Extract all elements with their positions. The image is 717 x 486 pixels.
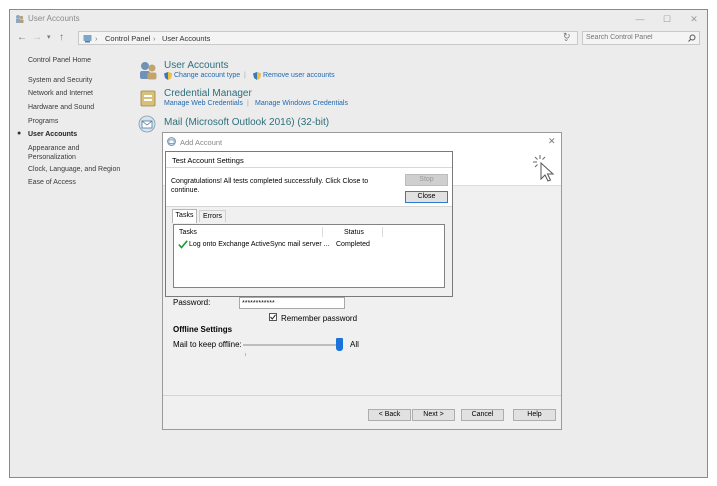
manage-windows-credentials-link[interactable]: Manage Windows Credentials: [255, 100, 348, 107]
offline-slider-thumb[interactable]: [336, 338, 343, 351]
add-account-title-bar: Add Account ✕: [163, 133, 561, 151]
minimize-button[interactable]: —: [630, 12, 650, 26]
mail-icon: [167, 137, 176, 146]
link-separator: |: [247, 100, 249, 107]
link-separator: |: [244, 72, 246, 79]
sidebar-personalization[interactable]: Personalization: [28, 154, 76, 161]
next-button[interactable]: Next >: [412, 409, 455, 421]
back-button[interactable]: < Back: [368, 409, 411, 421]
close-button[interactable]: ✕: [684, 12, 704, 26]
sidebar-user-accounts[interactable]: User Accounts: [28, 131, 77, 138]
test-dialog-message-area: Congratulations! All tests completed suc…: [166, 168, 452, 207]
back-arrow-icon[interactable]: ←: [17, 32, 27, 43]
change-account-type-link[interactable]: Change account type: [174, 72, 240, 79]
column-header-status[interactable]: Status: [344, 229, 364, 236]
mail-heading[interactable]: Mail (Microsoft Outlook 2016) (32-bit): [164, 117, 329, 128]
offline-settings-heading: Offline Settings: [173, 325, 233, 334]
shield-icon: [164, 72, 172, 80]
up-arrow-icon[interactable]: ↑: [59, 32, 64, 43]
remove-user-accounts-link[interactable]: Remove user accounts: [263, 72, 335, 79]
password-label: Password:: [173, 298, 211, 307]
sidebar-programs[interactable]: Programs: [28, 118, 58, 125]
tab-tasks[interactable]: Tasks: [172, 209, 197, 223]
manage-web-credentials-link[interactable]: Manage Web Credentials: [164, 100, 243, 107]
tab-errors[interactable]: Errors: [199, 210, 226, 222]
refresh-icon[interactable]: ↻: [563, 31, 571, 42]
column-divider: [382, 227, 383, 237]
offline-slider-track[interactable]: [243, 344, 343, 346]
user-accounts-heading[interactable]: User Accounts: [164, 60, 228, 71]
breadcrumb-control-panel[interactable]: Control Panel: [105, 34, 150, 43]
help-button[interactable]: Help: [513, 409, 556, 421]
remember-password-label[interactable]: Remember password: [281, 314, 357, 323]
breadcrumb-separator-icon: ›: [153, 34, 156, 43]
close-button[interactable]: Close: [405, 191, 448, 203]
task-name: Log onto Exchange ActiveSync mail server…: [189, 241, 330, 248]
success-check-icon: [178, 240, 188, 249]
window-title: User Accounts: [28, 14, 80, 23]
tasks-list: Tasks Status Log onto Exchange ActiveSyn…: [173, 224, 445, 288]
recent-dropdown-icon[interactable]: ▾: [47, 33, 51, 41]
column-header-tasks[interactable]: Tasks: [179, 229, 197, 236]
cursor-sparkle-icon: [533, 155, 555, 182]
stop-button[interactable]: Stop: [405, 174, 448, 186]
offline-slider-value: All: [350, 340, 359, 349]
shield-icon: [253, 72, 261, 80]
sidebar-control-panel-home[interactable]: Control Panel Home: [28, 57, 91, 64]
table-row[interactable]: Log onto Exchange ActiveSync mail server…: [176, 239, 442, 250]
breadcrumb-user-accounts[interactable]: User Accounts: [162, 34, 210, 43]
remember-password-checkbox[interactable]: [269, 313, 277, 321]
offline-slider-label: Mail to keep offline:: [173, 340, 242, 349]
sidebar-ease-of-access[interactable]: Ease of Access: [28, 179, 76, 186]
control-panel-icon: [83, 35, 92, 43]
address-bar-row: ← → ▾ ↑ › Control Panel › User Accounts …: [10, 28, 707, 48]
checkmark-icon: [270, 314, 276, 320]
search-box[interactable]: [582, 31, 700, 45]
title-bar: User Accounts — ☐ ✕: [10, 10, 707, 28]
sidebar-system-security[interactable]: System and Security: [28, 77, 92, 84]
slider-tick-mark: [245, 353, 246, 356]
add-account-title: Add Account: [180, 138, 223, 147]
sidebar-appearance[interactable]: Appearance and: [28, 145, 79, 152]
search-input[interactable]: [583, 32, 689, 43]
user-accounts-icon: [16, 15, 24, 23]
sidebar-hardware-sound[interactable]: Hardware and Sound: [28, 104, 94, 111]
search-icon[interactable]: [688, 34, 696, 42]
forward-arrow-icon[interactable]: →: [32, 32, 42, 43]
breadcrumb-separator-icon: ›: [95, 34, 98, 43]
add-account-footer: [163, 395, 561, 396]
address-bar[interactable]: › Control Panel › User Accounts ⌄: [78, 31, 578, 45]
task-status: Completed: [336, 241, 370, 248]
test-dialog-title: Test Account Settings: [172, 156, 244, 165]
password-field[interactable]: [239, 297, 345, 309]
sidebar-network-internet[interactable]: Network and Internet: [28, 90, 93, 97]
test-success-message: Congratulations! All tests completed suc…: [171, 178, 369, 194]
maximize-button[interactable]: ☐: [657, 12, 677, 26]
cancel-button[interactable]: Cancel: [461, 409, 504, 421]
test-account-settings-dialog: Test Account Settings Congratulations! A…: [165, 151, 453, 297]
test-dialog-title-bar: Test Account Settings: [166, 152, 452, 168]
credential-manager-heading[interactable]: Credential Manager: [164, 88, 252, 99]
mail-icon: [138, 115, 156, 133]
sidebar-clock-language-region[interactable]: Clock, Language, and Region: [28, 166, 120, 173]
close-icon[interactable]: ✕: [548, 136, 556, 147]
active-bullet-icon: ●: [17, 130, 22, 137]
user-accounts-section-icon: [140, 62, 157, 80]
column-divider: [322, 227, 323, 237]
credential-manager-icon: [140, 90, 156, 107]
